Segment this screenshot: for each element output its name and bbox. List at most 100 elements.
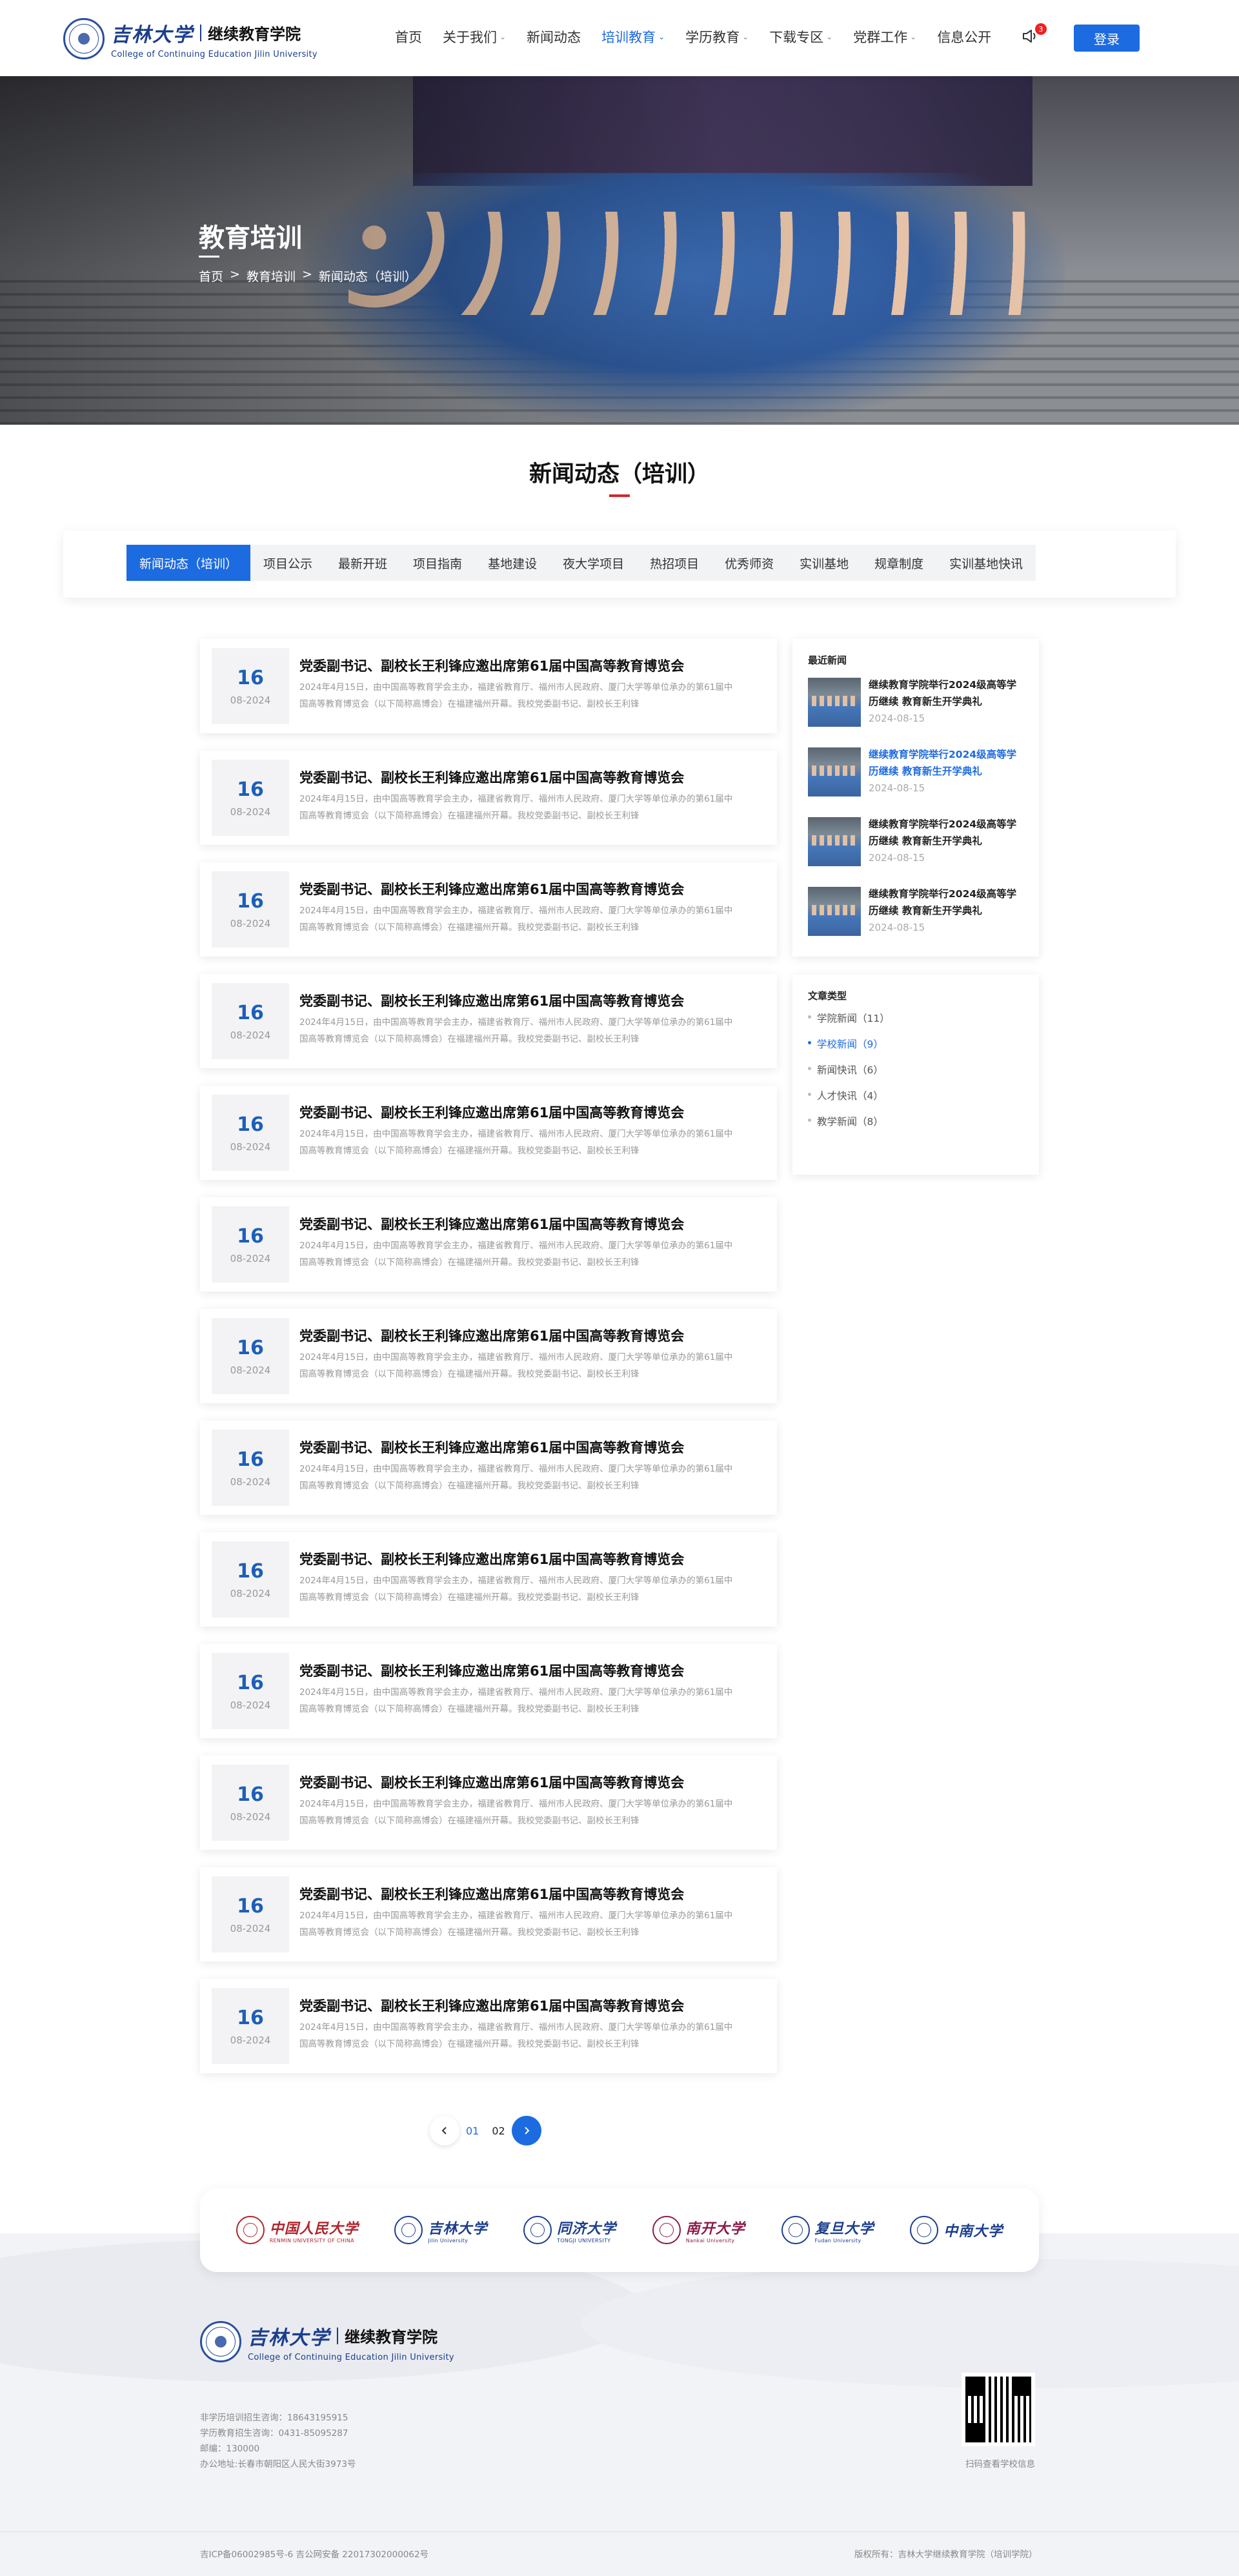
site-logo[interactable]: 吉林大学 继续教育学院 College of Continuing Educat… [63, 18, 317, 59]
article-summary: 2024年4月15日，由中国高等教育学会主办，福建省教育厅、福州市人民政府、厦门… [299, 1241, 733, 1268]
category-link[interactable]: 学校新闻（9） [808, 1037, 883, 1051]
recent-news-title[interactable]: 继续教育学院举行2024级高等学历继续 教育新生开学典礼 [869, 816, 1021, 849]
article-title[interactable]: 党委副书记、副校长王利锋应邀出席第61届中国高等教育博览会 [299, 656, 684, 675]
article-date-month-year: 08-2024 [230, 1476, 271, 1488]
recent-news-heading: 最近新闻 [808, 654, 847, 666]
category-tab[interactable]: 最新开班 [325, 545, 400, 581]
article-title[interactable]: 党委副书记、副校长王利锋应邀出席第61届中国高等教育博览会 [299, 1884, 684, 1903]
breadcrumb-separator: > [301, 267, 312, 281]
category-tab[interactable]: 新闻动态（培训） [126, 545, 251, 581]
nav-item[interactable]: 新闻动态 [527, 27, 581, 46]
category-tab[interactable]: 实训基地快讯 [936, 545, 1036, 581]
article-card[interactable]: 16 08-2024 党委副书记、副校长王利锋应邀出席第61届中国高等教育博览会 20… [200, 751, 777, 845]
qr-caption: 扫码查看学校信息 [965, 2459, 1035, 2470]
breadcrumb-item[interactable]: 教育培训 [247, 267, 296, 285]
article-title[interactable]: 党委副书记、副校长王利锋应邀出席第61届中国高等教育博览会 [299, 1437, 684, 1457]
article-title[interactable]: 党委副书记、副校长王利锋应邀出席第61届中国高等教育博览会 [299, 1661, 684, 1680]
footer-logo-english-name: College of Continuing Education Jilin Un… [248, 2352, 454, 2362]
category-link[interactable]: 人才快讯（4） [808, 1088, 883, 1102]
nav-item[interactable]: 关于我们 ⌄ [443, 27, 506, 46]
section-title-underline [609, 494, 630, 497]
article-date-day: 16 [237, 1783, 264, 1806]
recent-news-item[interactable]: 继续教育学院举行2024级高等学历继续 教育新生开学典礼 2024-08-15 [808, 815, 1027, 873]
category-tab[interactable]: 优秀师资 [712, 545, 787, 581]
recent-news-item[interactable]: 继续教育学院举行2024级高等学历继续 教育新生开学典礼 2024-08-15 [808, 745, 1027, 803]
article-title[interactable]: 党委副书记、副校长王利锋应邀出席第61届中国高等教育博览会 [299, 1326, 684, 1345]
article-card[interactable]: 16 08-2024 党委副书记、副校长王利锋应邀出席第61届中国高等教育博览会 20… [200, 1979, 777, 2073]
article-date-month-year: 08-2024 [230, 1364, 271, 1376]
partner-name-en: TONGJI UNIVERSITY [557, 2237, 611, 2244]
article-title[interactable]: 党委副书记、副校长王利锋应邀出席第61届中国高等教育博览会 [299, 879, 684, 898]
nav-item[interactable]: 下载专区 ⌄ [769, 27, 832, 46]
recent-news-item[interactable]: 继续教育学院举行2024级高等学历继续 教育新生开学典礼 2024-08-15 [808, 675, 1027, 733]
partner-logo[interactable]: 复旦大学 Fudan University [781, 2216, 874, 2244]
partner-name: 中南大学 [943, 2220, 1003, 2240]
footer-icp[interactable]: 吉ICP备06002985号-6 吉公网安备 22017302000062号 [200, 2547, 428, 2560]
article-date: 16 08-2024 [212, 1318, 289, 1394]
recent-news-thumbnail [808, 678, 861, 727]
partner-logo[interactable]: 同济大学 TONGJI UNIVERSITY [523, 2216, 616, 2244]
article-date-day: 16 [237, 1224, 264, 1248]
nav-item[interactable]: 信息公开 [937, 27, 991, 46]
category-link[interactable]: 新闻快讯（6） [808, 1062, 883, 1077]
banner-title-underline [199, 256, 219, 258]
category-tab[interactable]: 项目指南 [400, 545, 475, 581]
nav-item[interactable]: 党群工作 ⌄ [853, 27, 916, 46]
article-date-month-year: 08-2024 [230, 1587, 271, 1599]
article-card[interactable]: 16 08-2024 党委副书记、副校长王利锋应邀出席第61届中国高等教育博览会 20… [200, 1309, 777, 1403]
recent-news-title[interactable]: 继续教育学院举行2024级高等学历继续 教育新生开学典礼 [869, 676, 1021, 710]
login-button[interactable]: 登录 [1074, 25, 1140, 52]
article-card[interactable]: 16 08-2024 党委副书记、副校长王利锋应邀出席第61届中国高等教育博览会 20… [200, 1086, 777, 1180]
article-category-heading: 文章类型 [808, 990, 847, 1002]
page-number-2[interactable]: 02 [492, 2125, 505, 2137]
article-card[interactable]: 16 08-2024 党委副书记、副校长王利锋应邀出席第61届中国高等教育博览会 20… [200, 639, 777, 733]
category-link[interactable]: 学院新闻（11） [808, 1011, 890, 1025]
article-card[interactable]: 16 08-2024 党委副书记、副校长王利锋应邀出席第61届中国高等教育博览会 20… [200, 1756, 777, 1850]
logo-school-name: 继续教育学院 [208, 25, 301, 43]
article-title[interactable]: 党委副书记、副校长王利锋应邀出席第61届中国高等教育博览会 [299, 1102, 684, 1122]
breadcrumb-item[interactable]: 首页 [199, 267, 223, 285]
article-card[interactable]: 16 08-2024 党委副书记、副校长王利锋应邀出席第61届中国高等教育博览会 20… [200, 1644, 777, 1738]
partner-logo[interactable]: 中国人民大学 RENMIN UNIVERSITY OF CHINA [236, 2216, 359, 2244]
nav-item[interactable]: 培训教育 ⌄ [601, 27, 665, 46]
university-seal-icon [394, 2216, 423, 2244]
page-number-1[interactable]: 01 [466, 2125, 479, 2137]
article-card[interactable]: 16 08-2024 党委副书记、副校长王利锋应邀出席第61届中国高等教育博览会 20… [200, 1867, 777, 1962]
article-date: 16 08-2024 [212, 1653, 289, 1729]
article-date: 16 08-2024 [212, 1988, 289, 2064]
article-title[interactable]: 党委副书记、副校长王利锋应邀出席第61届中国高等教育博览会 [299, 1549, 684, 1568]
partner-logo[interactable]: 中南大学 [910, 2216, 1003, 2244]
article-title[interactable]: 党委副书记、副校长王利锋应邀出席第61届中国高等教育博览会 [299, 1214, 684, 1233]
partner-logo[interactable]: 吉林大学 Jilin University [394, 2216, 487, 2244]
partner-logo[interactable]: 南开大学 Nankai University [652, 2216, 745, 2244]
article-date: 16 08-2024 [212, 1541, 289, 1618]
article-card[interactable]: 16 08-2024 党委副书记、副校长王利锋应邀出席第61届中国高等教育博览会 20… [200, 1421, 777, 1515]
category-tab[interactable]: 项目公示 [250, 545, 325, 581]
recent-news-title[interactable]: 继续教育学院举行2024级高等学历继续 教育新生开学典礼 [869, 886, 1021, 919]
category-tab[interactable]: 实训基地 [787, 545, 861, 581]
category-tab[interactable]: 基地建设 [475, 545, 550, 581]
recent-news-title[interactable]: 继续教育学院举行2024级高等学历继续 教育新生开学典礼 [869, 746, 1021, 780]
category-link[interactable]: 教学新闻（8） [808, 1114, 883, 1128]
nav-item[interactable]: 首页 [395, 27, 422, 46]
article-title[interactable]: 党委副书记、副校长王利锋应邀出席第61届中国高等教育博览会 [299, 767, 684, 787]
category-tab[interactable]: 规章制度 [861, 545, 936, 581]
article-title[interactable]: 党委副书记、副校长王利锋应邀出席第61届中国高等教育博览会 [299, 1772, 684, 1792]
breadcrumb-item[interactable]: 新闻动态（培训） [319, 267, 417, 285]
article-card[interactable]: 16 08-2024 党委副书记、副校长王利锋应邀出席第61届中国高等教育博览会 20… [200, 862, 777, 957]
prev-page-button[interactable] [430, 2116, 459, 2145]
article-card[interactable]: 16 08-2024 党委副书记、副校长王利锋应邀出席第61届中国高等教育博览会 20… [200, 974, 777, 1068]
chevron-down-icon: ⌄ [499, 32, 507, 41]
next-page-button[interactable] [511, 2116, 541, 2145]
article-title[interactable]: 党委副书记、副校长王利锋应邀出席第61届中国高等教育博览会 [299, 991, 684, 1010]
nav-item[interactable]: 学历教育 ⌄ [685, 27, 749, 46]
recent-news-item[interactable]: 继续教育学院举行2024级高等学历继续 教育新生开学典礼 2024-08-15 [808, 884, 1027, 942]
university-seal-icon [652, 2216, 681, 2244]
article-summary: 2024年4月15日，由中国高等教育学会主办，福建省教育厅、福州市人民政府、厦门… [299, 1799, 733, 1826]
category-tab[interactable]: 夜大学项目 [550, 545, 637, 581]
article-card[interactable]: 16 08-2024 党委副书记、副校长王利锋应邀出席第61届中国高等教育博览会 20… [200, 1197, 777, 1292]
article-card[interactable]: 16 08-2024 党委副书记、副校长王利锋应邀出席第61届中国高等教育博览会 20… [200, 1532, 777, 1627]
nav-item-label: 党群工作 [853, 30, 908, 45]
category-tab[interactable]: 热招项目 [637, 545, 712, 581]
article-title[interactable]: 党委副书记、副校长王利锋应邀出席第61届中国高等教育博览会 [299, 1996, 684, 2015]
